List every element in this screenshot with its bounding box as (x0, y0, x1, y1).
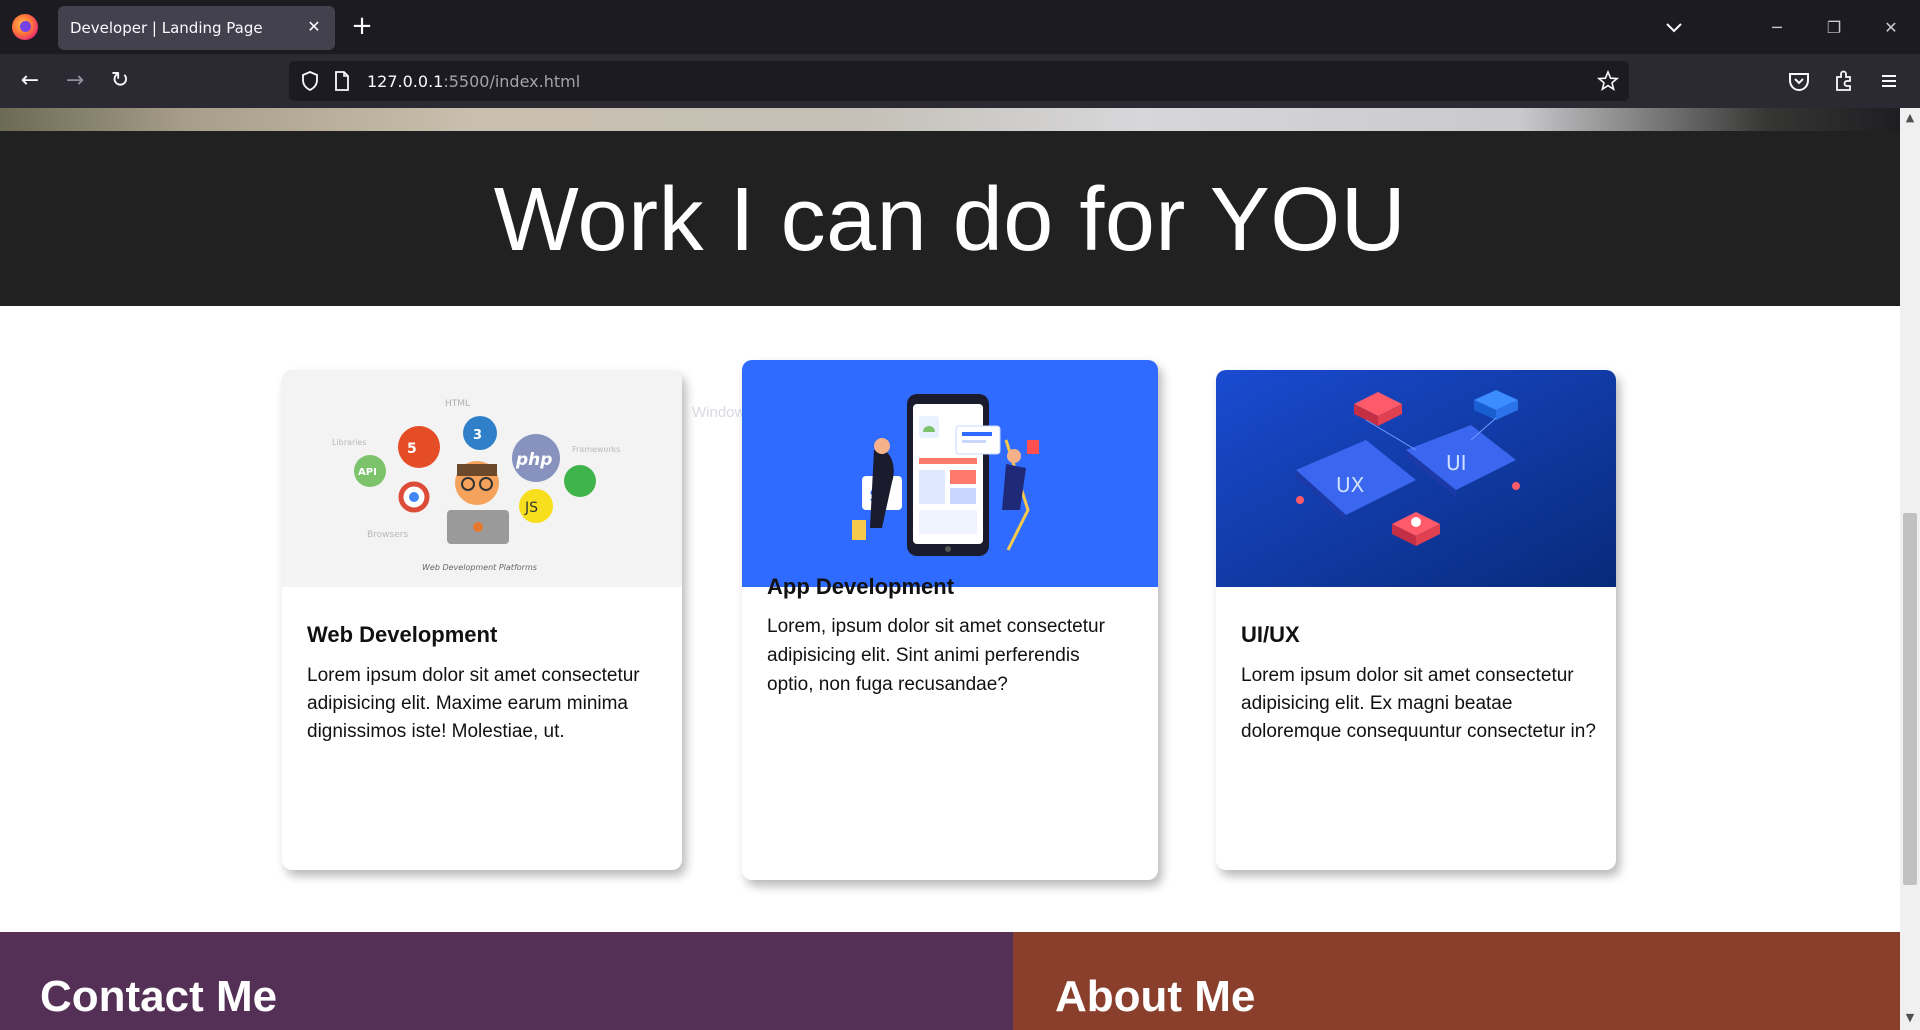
svg-text:5: 5 (407, 441, 417, 457)
card-text: Lorem ipsum dolor sit amet consectetur a… (307, 665, 640, 742)
forward-arrow-icon[interactable]: → (60, 66, 90, 96)
shield-icon[interactable] (299, 70, 321, 92)
url-bar[interactable]: 127.0.0.1:5500/index.html (289, 61, 1629, 101)
svg-text:3: 3 (473, 428, 482, 443)
minimize-icon[interactable]: ─ (1763, 14, 1791, 42)
card-app-development[interactable]: $ App Development Lorem, ipsum dolor sit… (742, 360, 1158, 880)
page-scrollbar[interactable]: ▲ ▼ (1900, 108, 1920, 1030)
php-badge-text: php (515, 450, 552, 470)
chevron-down-icon[interactable] (1660, 14, 1688, 42)
platforms-caption: Web Development Platforms (422, 563, 537, 572)
close-window-icon[interactable]: ✕ (1877, 14, 1905, 42)
firefox-logo-icon (12, 14, 38, 40)
page-viewport: Work I can do for YOU Window Snip HTML L… (0, 108, 1900, 1030)
back-arrow-icon[interactable]: ← (15, 66, 45, 96)
browser-nav-bar: ← → ↻ 127.0.0.1:5500/index.html (0, 54, 1920, 108)
browsers-caption: Browsers (367, 530, 408, 540)
hero-image-strip (0, 108, 1900, 131)
card-text: Lorem, ipsum dolor sit amet consectetur … (767, 616, 1105, 695)
web-development-illustration: HTML Libraries Frameworks Browsers 5 3 A… (282, 370, 682, 587)
contact-section: Contact Me (0, 932, 1013, 1030)
new-tab-icon[interactable]: + (348, 12, 376, 40)
ux-label: UX (1336, 473, 1365, 497)
menu-icon[interactable] (1875, 67, 1903, 95)
restore-icon[interactable]: ❐ (1820, 14, 1848, 42)
card-title: Web Development (307, 622, 498, 647)
card-title: UI/UX (1241, 622, 1300, 647)
card-title: App Development (767, 574, 955, 599)
js-badge-text: JS (524, 500, 538, 516)
work-section-header: Work I can do for YOU (0, 131, 1900, 306)
contact-title: Contact Me (40, 972, 278, 1021)
scroll-down-arrow-icon[interactable]: ▼ (1904, 1012, 1916, 1024)
scroll-up-arrow-icon[interactable]: ▲ (1904, 112, 1916, 124)
url-host: 127.0.0.1 (367, 72, 444, 91)
url-path: :5500/index.html (443, 72, 581, 91)
tab-close-icon[interactable]: ✕ (303, 16, 325, 38)
libraries-caption: Libraries (332, 438, 367, 447)
reload-icon[interactable]: ↻ (105, 66, 135, 96)
browser-tab-bar: Developer | Landing Page ✕ + ─ ❐ ✕ (0, 0, 1920, 54)
url-text[interactable]: 127.0.0.1:5500/index.html (367, 72, 580, 91)
html-caption: HTML (445, 399, 470, 409)
browser-tab[interactable]: Developer | Landing Page ✕ (58, 6, 335, 50)
extensions-icon[interactable] (1830, 67, 1858, 95)
section-title: Work I can do for YOU (493, 170, 1407, 270)
frameworks-caption: Frameworks (572, 445, 620, 454)
about-section: About Me (1013, 932, 1900, 1030)
pocket-icon[interactable] (1785, 67, 1813, 95)
ui-label: UI (1446, 451, 1467, 475)
api-badge-text: API (358, 467, 377, 478)
bookmark-star-icon[interactable] (1597, 70, 1619, 92)
card-text: Lorem ipsum dolor sit amet consectetur a… (1241, 665, 1596, 742)
scrollbar-thumb[interactable] (1903, 513, 1917, 885)
page-icon[interactable] (331, 70, 353, 92)
ui-ux-illustration: UX UI (1216, 370, 1616, 587)
about-title: About Me (1055, 972, 1256, 1021)
tab-title: Developer | Landing Page (70, 19, 263, 37)
card-web-development[interactable]: HTML Libraries Frameworks Browsers 5 3 A… (282, 370, 682, 870)
app-development-illustration: $ (742, 360, 1158, 587)
card-ui-ux[interactable]: UX UI UI/UX Lorem ipsum dolor sit amet c… (1216, 370, 1616, 870)
